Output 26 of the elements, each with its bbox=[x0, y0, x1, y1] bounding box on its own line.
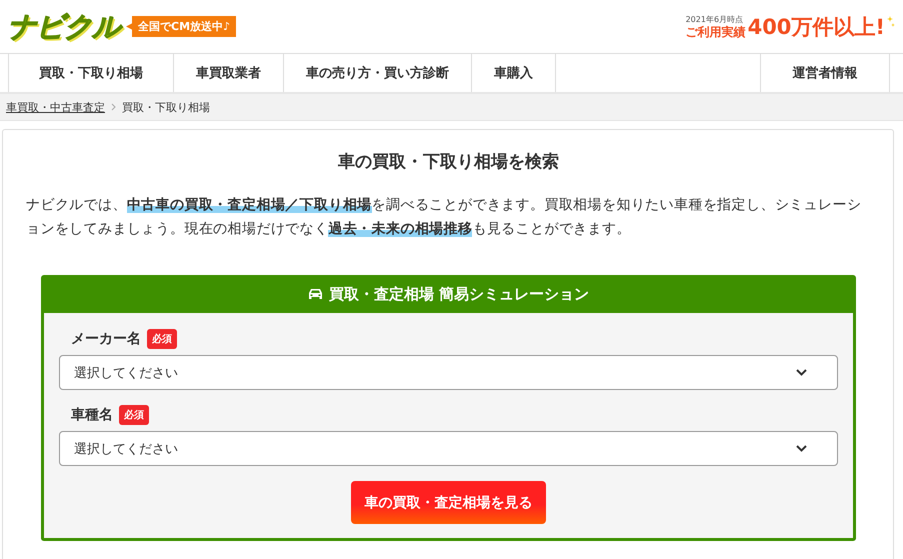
required-badge: 必須 bbox=[119, 405, 149, 425]
nav-link[interactable]: 運営者情報 bbox=[760, 54, 890, 92]
nav-link[interactable]: 車購入 bbox=[471, 54, 555, 92]
stats-date: 2021年6月時点 bbox=[686, 16, 744, 24]
field-label: 車種名 bbox=[71, 406, 113, 424]
nav-link[interactable]: 車の売り方・買い方診断 bbox=[283, 54, 471, 92]
nav-link[interactable]: 買取・下取り相場 bbox=[8, 54, 173, 92]
simulator-title: 買取・査定相場 簡易シミュレーション bbox=[328, 284, 590, 304]
intro-text: ナビクルでは、中古車の買取・査定相場／下取り相場を調べることができます。買取相場を知りたい車種を指定し、シミュレーションをしてみましょう。現在の相場だけでなく過去・未来の相場推移も見ることができます。 bbox=[26, 196, 862, 239]
stats-label: ご利用実績 bbox=[686, 26, 746, 38]
sparkle-icon bbox=[887, 16, 895, 28]
nav-link[interactable]: 車買取業者 bbox=[173, 54, 283, 92]
cm-badge: 全国でCM放送中♪ bbox=[126, 16, 236, 37]
field-label: メーカー名 bbox=[71, 330, 141, 348]
page-title: 車の買取・下取り相場を検索 bbox=[337, 151, 560, 173]
chevron-down-icon bbox=[796, 445, 807, 452]
chevron-right-icon bbox=[111, 103, 116, 111]
stats-count: 400万件以上! bbox=[748, 16, 885, 38]
select-field[interactable]: 選択してください bbox=[59, 431, 838, 466]
select-field[interactable]: 選択してください bbox=[59, 355, 838, 390]
car-icon bbox=[308, 288, 323, 300]
search-button[interactable]: 車の買取・査定相場を見る bbox=[351, 481, 546, 524]
required-badge: 必須 bbox=[147, 329, 177, 349]
breadcrumb-current: 買取・下取り相場 bbox=[122, 100, 210, 114]
chevron-down-icon bbox=[796, 369, 807, 376]
breadcrumb-link[interactable]: 車買取・中古車査定 bbox=[6, 100, 105, 114]
